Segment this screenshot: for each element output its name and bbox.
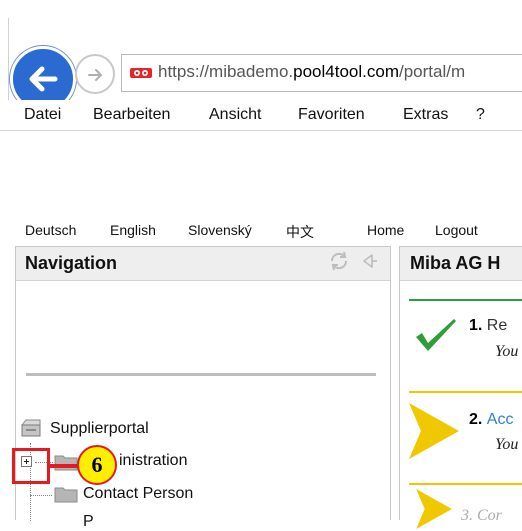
url-path: /portal/m: [398, 62, 466, 81]
home-link[interactable]: Home: [367, 222, 404, 238]
navigation-panel: Navigation Supplierportal inistration Co…: [15, 246, 391, 530]
menu-bearbeiten[interactable]: Bearbeiten: [93, 106, 170, 124]
callout-highlight-box: [12, 448, 50, 484]
callout-number-badge: 6: [77, 445, 117, 485]
url-host-b: pool4tool.com: [293, 62, 399, 81]
lang-chinese[interactable]: 中文: [286, 222, 314, 242]
arrow-right-icon: [409, 403, 459, 459]
main-header: Miba AG H: [400, 247, 522, 281]
folder-icon: [54, 487, 78, 503]
step-2-label[interactable]: 2. Acc: [469, 411, 513, 429]
step-3: 3. Cor: [409, 483, 522, 529]
step-3-number: 3.: [461, 507, 473, 524]
step-3-label[interactable]: 3. Cor: [461, 507, 502, 525]
address-bar[interactable]: https://mibademo.pool4tool.com/portal/m: [121, 54, 522, 92]
step-2: 2. Acc You: [409, 391, 522, 475]
cabinet-icon: [21, 419, 41, 437]
navigation-title: Navigation: [25, 253, 118, 273]
refresh-icon[interactable]: [327, 249, 351, 273]
folder-icon: [54, 455, 78, 471]
step-1-label[interactable]: 1. Re: [469, 317, 507, 335]
menu-divider: [0, 130, 522, 131]
menu-ansicht[interactable]: Ansicht: [209, 106, 261, 124]
arrow-right-icon: [416, 489, 452, 529]
url-host-a: mibademo.: [209, 62, 294, 81]
menu-help[interactable]: ?: [476, 106, 485, 124]
url-text: https://mibademo.pool4tool.com/portal/m: [158, 62, 465, 82]
arrow-right-icon: [88, 69, 102, 81]
site-logo-icon: [130, 68, 152, 78]
step-2-number: 2.: [469, 411, 483, 428]
lang-english[interactable]: English: [110, 222, 156, 238]
callout-connector: [50, 464, 80, 468]
tree-contact-person-label[interactable]: Contact Person: [83, 485, 193, 503]
step-2-sub: You: [495, 436, 519, 453]
tree-administration-label[interactable]: inistration: [119, 452, 187, 470]
tree-root-label[interactable]: Supplierportal: [50, 420, 149, 438]
lang-deutsch[interactable]: Deutsch: [25, 222, 76, 238]
step-1-sub: You: [495, 343, 519, 360]
forward-button[interactable]: [75, 54, 115, 94]
step-2-text: Acc: [486, 411, 514, 428]
url-prefix: https://: [158, 62, 210, 81]
checkmark-icon: [416, 319, 456, 351]
step-3-text: Cor: [477, 507, 502, 524]
main-title: Miba AG H: [410, 253, 501, 273]
step-1-text: Re: [486, 317, 508, 334]
navigation-divider: [26, 373, 376, 376]
collapse-left-icon[interactable]: [359, 251, 379, 271]
step-1-number: 1.: [469, 317, 483, 334]
main-panel: Miba AG H 1. Re You 2. Acc You 3. Cor: [399, 246, 522, 529]
lang-slovensky[interactable]: Slovenský: [188, 222, 252, 238]
step-1: 1. Re You: [409, 299, 522, 383]
tree-connector: [30, 495, 52, 497]
menu-bar: Datei Bearbeiten Ansicht Favoriten Extra…: [0, 100, 522, 130]
arrow-left-icon: [29, 66, 58, 92]
tree-partial-label[interactable]: P: [83, 513, 94, 531]
menu-extras[interactable]: Extras: [403, 106, 448, 124]
menu-datei[interactable]: Datei: [24, 106, 61, 124]
navigation-header: Navigation: [16, 247, 390, 281]
menu-favoriten[interactable]: Favoriten: [298, 106, 365, 124]
logout-link[interactable]: Logout: [435, 222, 478, 238]
